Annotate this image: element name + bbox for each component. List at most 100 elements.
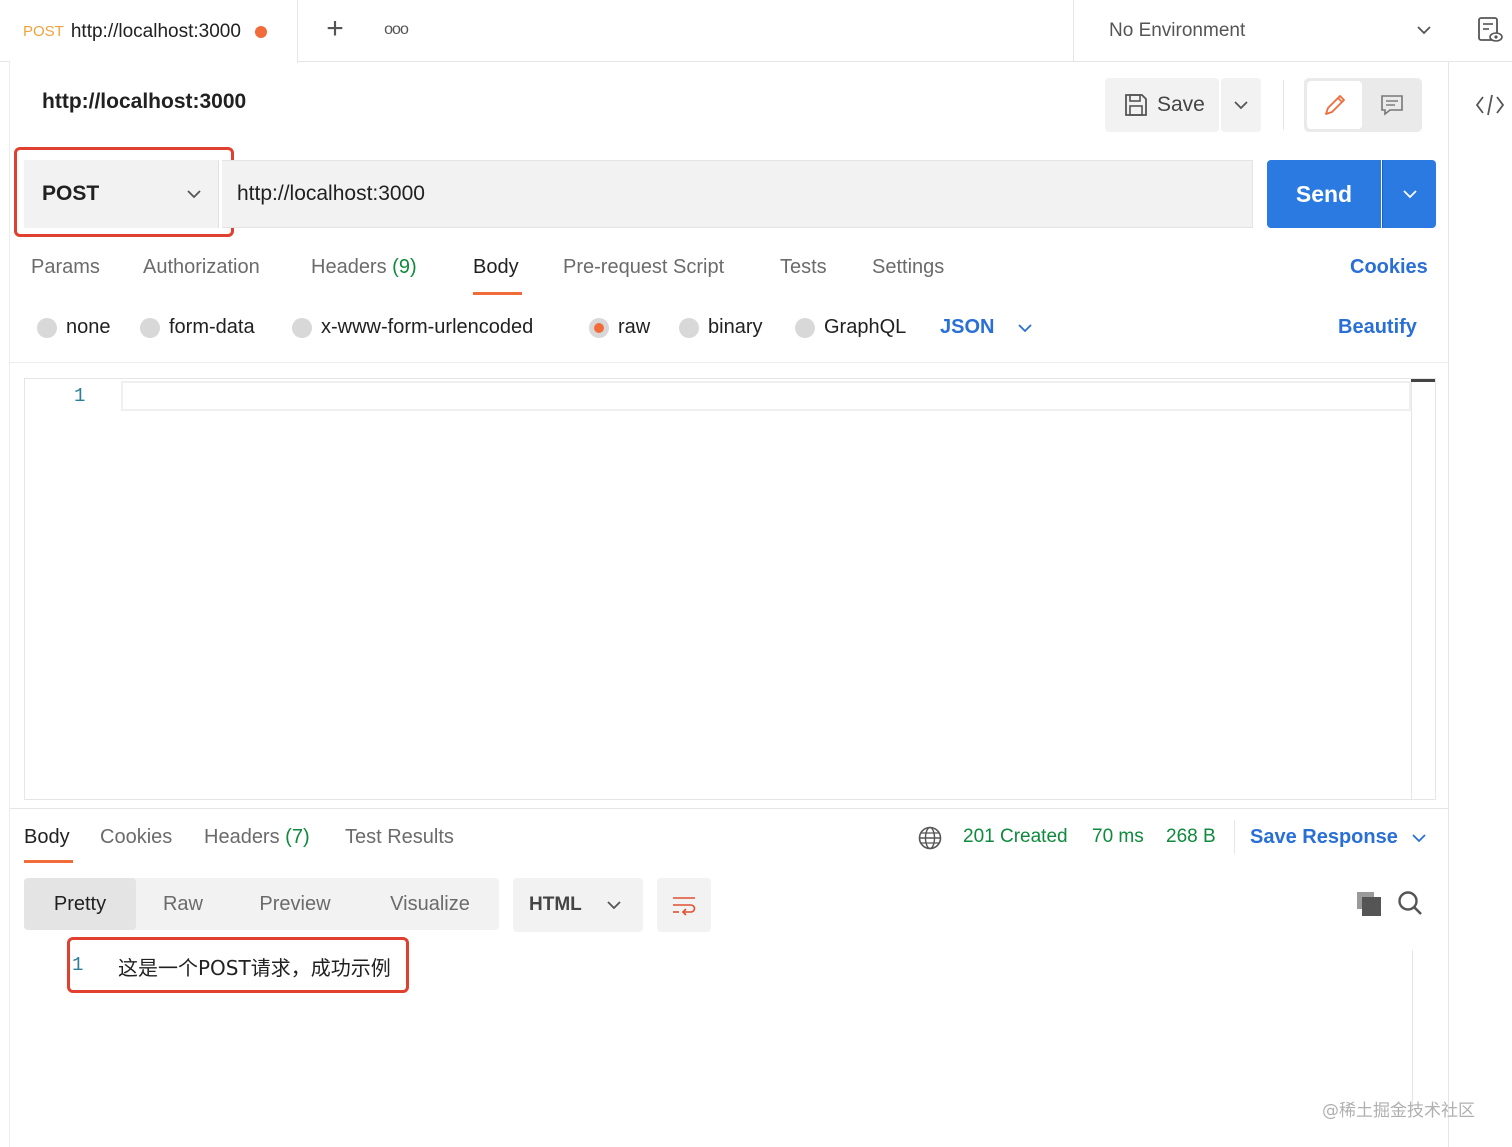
response-headers-count: (7) (285, 826, 310, 848)
new-tab-plus-icon[interactable]: + (318, 12, 352, 48)
radio-binary[interactable]: binary (679, 316, 762, 339)
left-rail (0, 62, 10, 1147)
send-button[interactable]: Send (1267, 160, 1381, 228)
toolbar-divider (1283, 80, 1284, 130)
chevron-down-icon (607, 901, 621, 910)
status-divider (1234, 820, 1235, 854)
view-raw-button[interactable]: Raw (136, 878, 230, 930)
response-scrollbar[interactable] (1412, 950, 1413, 1110)
radio-circle-icon (679, 317, 699, 338)
request-tabs: Params Authorization Headers (9) Body Pr… (0, 250, 1448, 300)
radio-urlencoded[interactable]: x-www-form-urlencoded (292, 316, 533, 339)
radio-graphql[interactable]: GraphQL (795, 316, 906, 339)
send-options-dropdown[interactable] (1382, 160, 1436, 228)
response-tab-cookies[interactable]: Cookies (100, 826, 172, 849)
globe-icon[interactable] (917, 825, 943, 851)
tab-body[interactable]: Body (473, 256, 519, 279)
url-input[interactable] (222, 160, 1253, 228)
chevron-down-icon (1402, 190, 1417, 199)
environment-quick-look-icon[interactable] (1476, 15, 1504, 45)
tab-prerequest-script[interactable]: Pre-request Script (563, 256, 724, 279)
request-title[interactable]: http://localhost:3000 (42, 90, 246, 114)
copy-icon[interactable] (1355, 890, 1383, 918)
radio-circle-icon (795, 317, 815, 338)
radio-graphql-label: GraphQL (824, 316, 907, 338)
response-divider (10, 808, 1448, 809)
body-type-options: none form-data x-www-form-urlencoded raw… (0, 310, 1448, 350)
tab-settings[interactable]: Settings (872, 256, 944, 279)
view-preview-button[interactable]: Preview (240, 878, 350, 930)
editor-scrollbar[interactable] (1411, 379, 1412, 799)
response-active-tab-indicator (24, 860, 73, 863)
environment-selector[interactable]: No Environment (1073, 0, 1449, 62)
radio-selected-icon (589, 317, 609, 338)
search-icon[interactable] (1396, 889, 1424, 917)
radio-circle-icon (292, 317, 312, 338)
right-sidebar (1448, 62, 1512, 1147)
response-tab-test-results[interactable]: Test Results (345, 826, 454, 849)
tab-bar: POST http://localhost:3000 + ooo No Envi… (0, 0, 1512, 63)
save-response-button[interactable]: Save Response (1250, 826, 1428, 849)
save-response-label: Save Response (1250, 826, 1398, 848)
tab-authorization[interactable]: Authorization (143, 256, 260, 279)
watermark: @稀土掘金技术社区 (1322, 1101, 1475, 1121)
view-pretty-button[interactable]: Pretty (24, 878, 136, 930)
editor-line-number: 1 (74, 385, 86, 407)
radio-binary-label: binary (708, 316, 763, 338)
radio-urlencoded-label: x-www-form-urlencoded (321, 316, 534, 338)
cookies-link[interactable]: Cookies (1350, 256, 1428, 279)
response-view-toggle: Pretty Raw Preview Visualize (24, 878, 499, 930)
more-options-icon[interactable]: ooo (380, 16, 412, 44)
response-tab-headers[interactable]: Headers (7) (204, 826, 310, 849)
chevron-down-icon (1412, 833, 1426, 842)
radio-circle-icon (140, 317, 160, 338)
editor-current-line[interactable] (121, 381, 1411, 411)
radio-raw[interactable]: raw (589, 316, 650, 339)
response-highlight-annotation (67, 937, 409, 993)
raw-format-label: JSON (940, 316, 995, 338)
request-tab[interactable]: POST http://localhost:3000 (10, 0, 298, 63)
wrap-lines-icon (673, 897, 696, 916)
tab-params[interactable]: Params (31, 256, 100, 279)
beautify-link[interactable]: Beautify (1338, 316, 1417, 339)
response-tab-body[interactable]: Body (24, 826, 70, 849)
request-body-editor[interactable]: 1 (24, 378, 1436, 800)
radio-none-label: none (66, 316, 111, 338)
raw-format-select[interactable]: JSON (940, 316, 1034, 339)
chevron-down-icon (1234, 101, 1248, 110)
save-button[interactable]: Save (1105, 78, 1219, 132)
response-size[interactable]: 268 B (1166, 826, 1216, 848)
tab-tests[interactable]: Tests (780, 256, 827, 279)
view-raw-label: Raw (162, 892, 203, 915)
response-time[interactable]: 70 ms (1092, 826, 1144, 848)
radio-form-data[interactable]: form-data (140, 316, 255, 339)
section-divider (10, 362, 1448, 363)
unsaved-dot-icon (254, 25, 267, 38)
save-label: Save (1157, 93, 1205, 116)
environment-label: No Environment (1109, 20, 1246, 41)
comments-mode-button[interactable] (1364, 81, 1419, 129)
tab-method-label: POST (23, 23, 64, 40)
radio-circle-icon (37, 317, 57, 338)
wrap-lines-button[interactable] (657, 878, 711, 932)
response-status[interactable]: 201 Created (963, 826, 1068, 848)
pencil-icon (1324, 95, 1345, 115)
response-format-select[interactable]: HTML (513, 878, 643, 932)
code-snippet-icon[interactable] (1474, 92, 1506, 118)
radio-raw-label: raw (618, 316, 651, 338)
response-format-label: HTML (529, 894, 582, 915)
view-preview-label: Preview (259, 892, 331, 915)
tab-headers-label: Headers (311, 256, 387, 278)
chevron-down-icon (1018, 323, 1033, 332)
save-options-dropdown[interactable] (1221, 78, 1261, 132)
save-disk-icon (1125, 94, 1147, 116)
view-visualize-button[interactable]: Visualize (370, 878, 490, 930)
tab-headers[interactable]: Headers (9) (311, 256, 417, 279)
view-pretty-label: Pretty (53, 892, 107, 915)
editor-scroll-thumb[interactable] (1411, 379, 1435, 382)
edit-mode-button[interactable] (1307, 81, 1362, 129)
radio-none[interactable]: none (37, 316, 111, 339)
active-tab-indicator (473, 292, 522, 295)
method-highlight-annotation (14, 147, 234, 237)
tab-url-label: http://localhost:3000 (70, 20, 241, 42)
